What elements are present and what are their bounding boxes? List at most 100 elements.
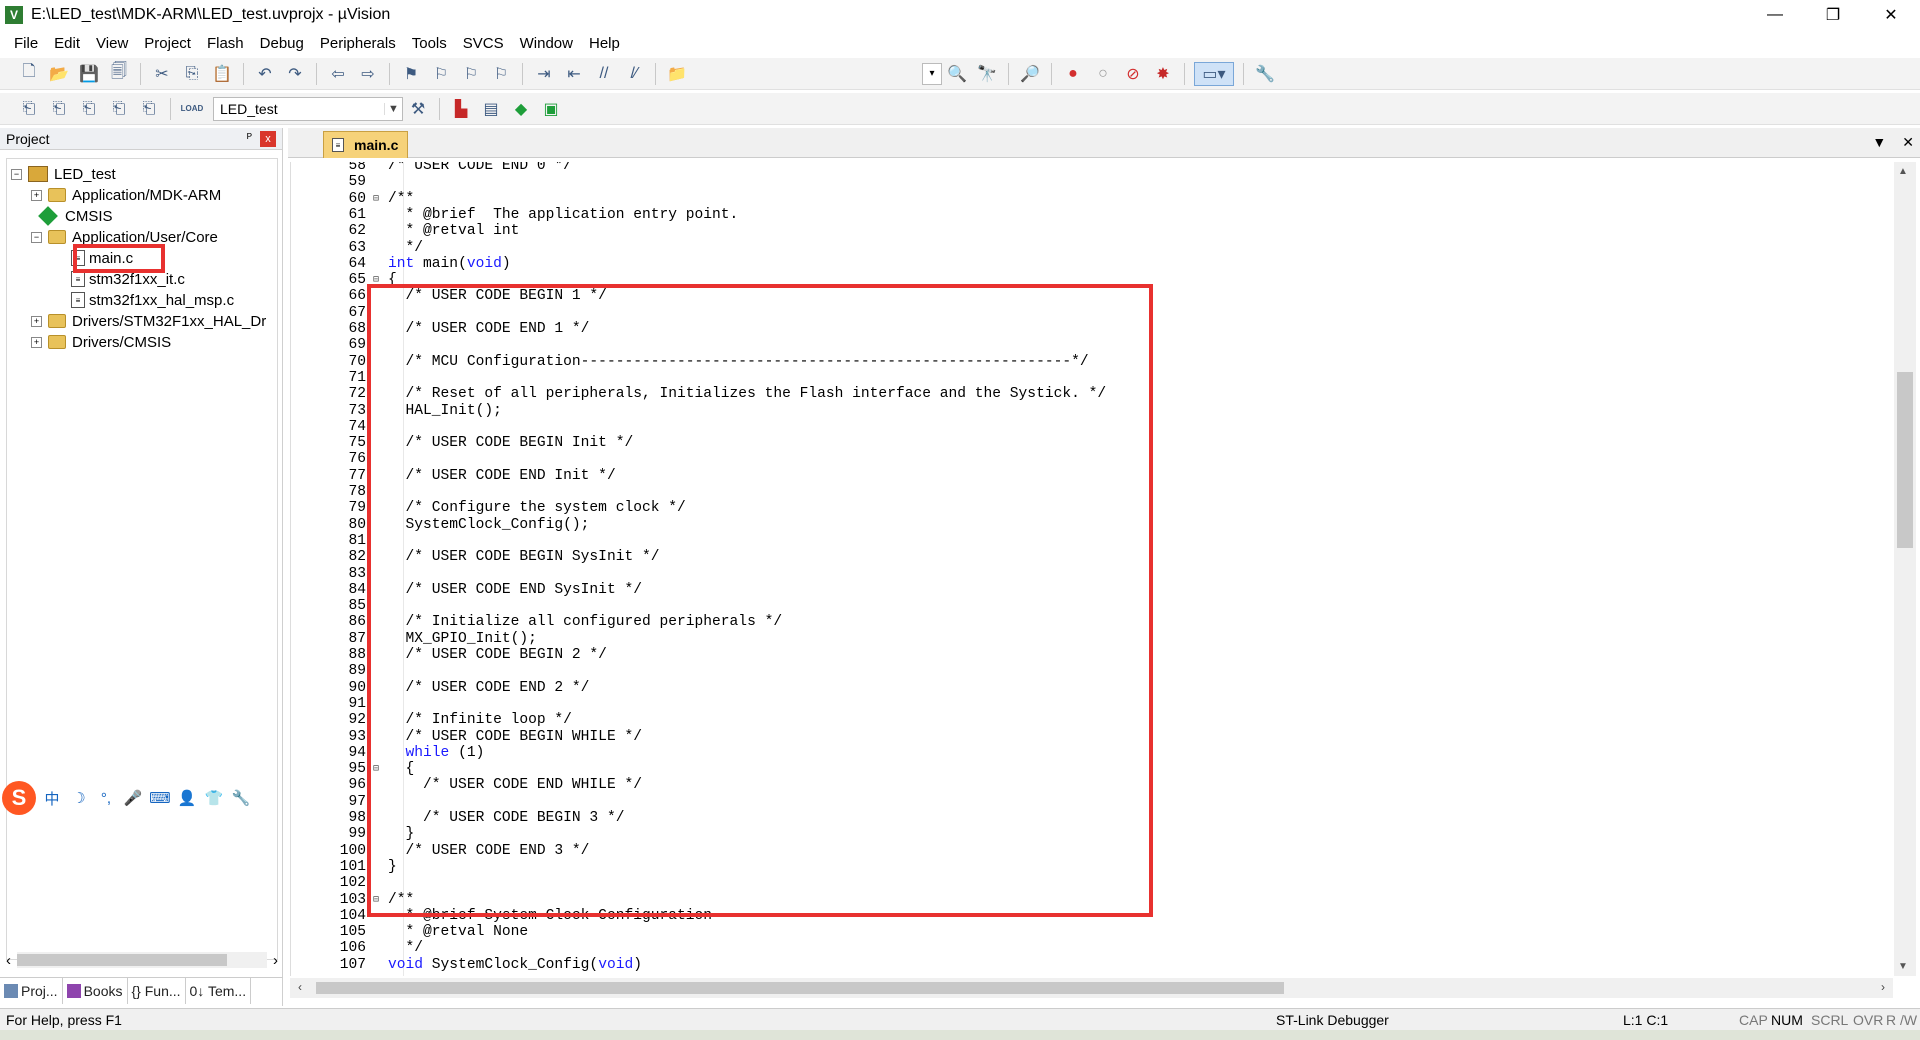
target-select[interactable]: LED_test ▼: [213, 96, 403, 121]
editor-vertical-scrollbar[interactable]: ▲ ▼: [1894, 162, 1916, 976]
undo-icon[interactable]: ↶: [253, 62, 277, 86]
new-file-icon[interactable]: 🗋: [17, 62, 41, 86]
minimize-button[interactable]: —: [1746, 0, 1804, 30]
tree-item-drivers-hal[interactable]: + Drivers/STM32F1xx_HAL_Dr: [31, 310, 266, 332]
enable-breakpoint-icon[interactable]: ○: [1091, 62, 1115, 86]
select-packs-icon[interactable]: ▤: [479, 97, 503, 121]
code-line[interactable]: 106 */: [291, 940, 423, 956]
stop-build-icon[interactable]: ⎗: [137, 97, 161, 121]
close-tab-icon[interactable]: ✕: [1902, 134, 1914, 151]
unindent-icon[interactable]: ⇤: [562, 62, 586, 86]
navigate-back-icon[interactable]: ⇦: [326, 62, 350, 86]
close-window-button[interactable]: ✕: [1862, 0, 1920, 30]
target-options-icon[interactable]: ⚒: [406, 97, 430, 121]
code-line[interactable]: 59: [291, 174, 388, 190]
manage-project-items-icon[interactable]: ▙: [449, 97, 473, 121]
code-line[interactable]: 60 ⊟/**: [291, 191, 414, 207]
scroll-thumb[interactable]: [1897, 372, 1913, 548]
collapse-icon[interactable]: −: [11, 168, 22, 180]
menu-project[interactable]: Project: [136, 35, 199, 52]
tree-item-cmsis[interactable]: CMSIS: [37, 205, 113, 227]
code-line[interactable]: 63 */: [291, 240, 423, 256]
translate-icon[interactable]: ⎗: [17, 97, 41, 121]
bookmark-prev-icon[interactable]: ⚐: [429, 62, 453, 86]
insert-breakpoint-icon[interactable]: ●: [1061, 62, 1085, 86]
window-layout-icon[interactable]: ▭▾: [1194, 61, 1234, 86]
navigate-forward-icon[interactable]: ⇨: [356, 62, 380, 86]
code-line[interactable]: 105 * @retval None: [291, 924, 528, 940]
moon-icon[interactable]: ☽: [68, 787, 90, 809]
menu-tools[interactable]: Tools: [404, 35, 455, 52]
menu-view[interactable]: View: [88, 35, 136, 52]
batch-build-icon[interactable]: ⎗: [107, 97, 131, 121]
sogou-logo-icon[interactable]: S: [2, 781, 36, 815]
tree-item-drivers-cmsis[interactable]: + Drivers/CMSIS: [31, 331, 171, 353]
configure-icon[interactable]: 🔧: [1253, 62, 1277, 86]
pin-icon[interactable]: ᴾ: [247, 131, 252, 145]
tab-project[interactable]: Proj...: [0, 978, 63, 1004]
tree-item-msp-c[interactable]: ≡ stm32f1xx_hal_msp.c: [71, 289, 234, 311]
tab-functions[interactable]: {} Fun...: [128, 978, 186, 1004]
scroll-track[interactable]: [17, 952, 267, 968]
comment-icon[interactable]: //: [592, 62, 616, 86]
incremental-find-icon[interactable]: 🔭: [975, 62, 999, 86]
code-line[interactable]: 107 void SystemClock_Config(void): [291, 957, 642, 973]
tab-templates[interactable]: 0↓ Tem...: [186, 978, 252, 1004]
save-all-icon[interactable]: 🗐: [107, 62, 131, 86]
menu-file[interactable]: File: [6, 35, 46, 52]
scroll-thumb[interactable]: [316, 982, 1284, 994]
uncomment-icon[interactable]: /⁄: [622, 62, 646, 86]
code-line[interactable]: 64 int main(void): [291, 256, 510, 272]
punctuation-icon[interactable]: °,: [95, 787, 117, 809]
indent-icon[interactable]: ⇥: [532, 62, 556, 86]
code-line[interactable]: 58 /* USER CODE END 0 */: [291, 162, 571, 174]
scroll-left-icon[interactable]: ‹: [6, 952, 11, 969]
tree-item-root[interactable]: − LED_test: [11, 163, 116, 185]
wrench-icon[interactable]: 🔧: [230, 787, 252, 809]
paste-icon[interactable]: 📋: [210, 62, 234, 86]
expand-icon[interactable]: +: [31, 189, 42, 201]
restore-button[interactable]: ❐: [1804, 0, 1862, 30]
redo-icon[interactable]: ↷: [283, 62, 307, 86]
expand-icon[interactable]: +: [31, 315, 42, 327]
find-icon[interactable]: 🔍: [945, 62, 969, 86]
start-debug-icon[interactable]: 🔎: [1018, 62, 1042, 86]
collapse-icon[interactable]: −: [31, 231, 42, 243]
fold-marker-icon[interactable]: ⊟: [366, 193, 386, 205]
download-load-icon[interactable]: LOAD: [180, 97, 204, 121]
menu-window[interactable]: Window: [512, 35, 581, 52]
user-icon[interactable]: 👤: [176, 787, 198, 809]
tab-books[interactable]: Books: [63, 978, 128, 1004]
menu-edit[interactable]: Edit: [46, 35, 88, 52]
microphone-icon[interactable]: 🎤: [122, 787, 144, 809]
tree-item-app-mdk[interactable]: + Application/MDK-ARM: [31, 184, 221, 206]
open-file-icon[interactable]: 📂: [47, 62, 71, 86]
save-icon[interactable]: 💾: [77, 62, 101, 86]
scroll-left-icon[interactable]: ‹: [298, 980, 302, 994]
menu-help[interactable]: Help: [581, 35, 628, 52]
code-line[interactable]: 61 * @brief The application entry point.: [291, 207, 738, 223]
build-icon[interactable]: ⎗: [47, 97, 71, 121]
project-horizontal-scrollbar[interactable]: ‹ ›: [6, 950, 278, 970]
menu-peripherals[interactable]: Peripherals: [312, 35, 404, 52]
cut-icon[interactable]: ✂: [150, 62, 174, 86]
tab-list-dropdown-icon[interactable]: ▼: [1872, 134, 1886, 151]
expand-icon[interactable]: +: [31, 336, 42, 348]
scroll-right-icon[interactable]: ›: [273, 952, 278, 969]
shirt-icon[interactable]: 👕: [203, 787, 225, 809]
scroll-up-icon[interactable]: ▲: [1898, 166, 1908, 177]
disable-breakpoints-icon[interactable]: ⊘: [1121, 62, 1145, 86]
editor-tab-main-c[interactable]: ≡ main.c: [323, 131, 408, 158]
code-editor[interactable]: 58/* USER CODE END 0 */59 60 ⊟/** 61 * @bri…: [290, 162, 1893, 976]
scroll-thumb[interactable]: [17, 954, 227, 966]
close-panel-icon[interactable]: x: [260, 131, 276, 147]
scroll-right-icon[interactable]: ›: [1881, 980, 1885, 994]
copy-icon[interactable]: ⎘: [180, 62, 204, 86]
bookmark-clear-icon[interactable]: ⚐: [489, 62, 513, 86]
pack-installer-icon[interactable]: ▣: [539, 97, 563, 121]
keyboard-icon[interactable]: ⌨: [149, 787, 171, 809]
find-combo-dropdown[interactable]: ▾: [922, 62, 942, 85]
menu-flash[interactable]: Flash: [199, 35, 252, 52]
bookmark-toggle-icon[interactable]: ⚑: [399, 62, 423, 86]
bookmark-next-icon[interactable]: ⚐: [459, 62, 483, 86]
